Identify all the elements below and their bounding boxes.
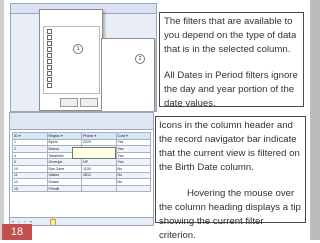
note-paragraph: Icons in the column header and the recor… [159, 120, 300, 173]
tree-item[interactable] [47, 47, 54, 52]
tree-item[interactable] [47, 71, 54, 76]
tree-item[interactable] [47, 41, 54, 46]
filter-explanation-note: The filters that are available to you de… [159, 12, 304, 109]
dates-in-period-submenu[interactable] [101, 38, 155, 111]
tree-item[interactable] [47, 77, 54, 82]
filtered-table-screenshot: ID ▾ Region ▾ Phone ▾ Cost ▾ 1 Byers 2220 Y… [9, 112, 154, 226]
filtered-indicator[interactable] [50, 219, 56, 225]
slide-number-badge: 18 [2, 224, 32, 240]
filtered-view-note: Icons in the column header and the recor… [155, 116, 306, 241]
column-header[interactable]: Region ▾ [46, 132, 82, 140]
filter-tooltip [72, 147, 116, 159]
note-paragraph: the column heading displays a tip showin… [159, 202, 301, 241]
tree-item[interactable] [47, 29, 54, 34]
employees-table: ID ▾ Region ▾ Phone ▾ Cost ▾ 1 Byers 2220 Y… [12, 132, 151, 193]
note-paragraph: The filters that are available to you de… [164, 16, 297, 55]
callout-1: 1 [73, 44, 83, 54]
filter-menu-screenshot: 1 2 [10, 3, 157, 112]
note-paragraph-lead: Hovering the mouse over [187, 188, 295, 199]
column-header[interactable]: Phone ▾ [81, 132, 117, 140]
tree-item[interactable] [47, 59, 54, 64]
tree-item[interactable] [47, 53, 54, 58]
column-header[interactable]: Cost ▾ [115, 132, 151, 140]
table-row[interactable]: 9 Greenjar NP Yes [12, 158, 151, 166]
tree-item[interactable] [47, 35, 54, 40]
filter-icon: ▾ [125, 133, 128, 139]
table-row[interactable]: 10 Dye-Zone 1100 No [12, 164, 151, 173]
column-header[interactable]: ID ▾ [12, 132, 48, 140]
table-row[interactable]: 1 Byers 2220 Yes [12, 138, 151, 147]
note-paragraph: All Dates in Period filters ignore the d… [164, 70, 298, 109]
table-row[interactable]: 15 Phintill [12, 184, 151, 193]
filter-icon: ▾ [18, 133, 21, 139]
slide-right-edge [310, 0, 320, 240]
ok-button[interactable] [60, 98, 78, 107]
callout-2: 2 [135, 54, 145, 64]
filter-icon: ▾ [60, 133, 63, 139]
date-tree-list[interactable] [43, 26, 100, 94]
cancel-button[interactable] [80, 98, 98, 107]
table-row[interactable]: 12 Deane No [12, 178, 151, 186]
slide-left-edge [0, 0, 4, 240]
tree-item[interactable] [47, 65, 54, 70]
table-row[interactable]: 11 Valdez 3812 No [12, 171, 151, 180]
ribbon [10, 113, 153, 130]
tree-item[interactable] [47, 83, 54, 88]
filter-dropdown-menu[interactable] [39, 9, 103, 111]
filter-icon: ▾ [94, 133, 97, 139]
